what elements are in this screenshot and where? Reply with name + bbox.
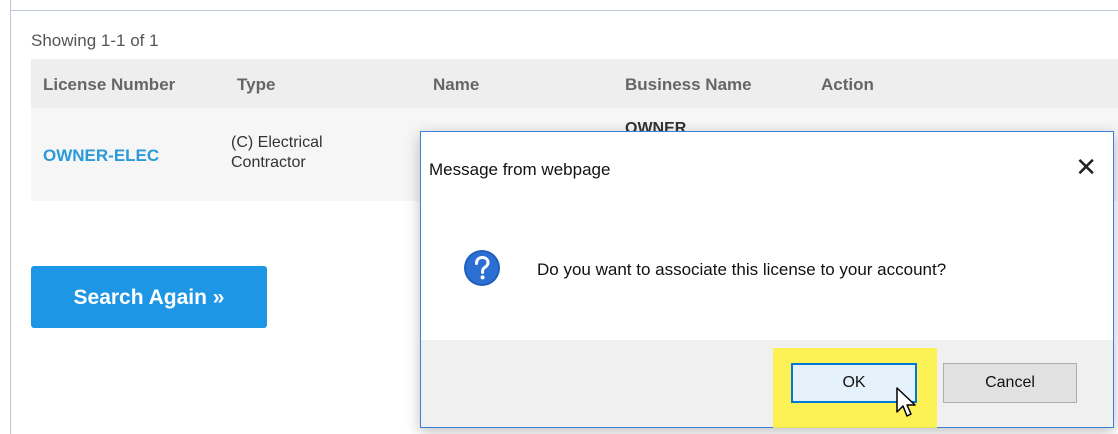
dialog-message: Do you want to associate this license to…	[537, 260, 947, 279]
page-frame-top-border	[10, 10, 1118, 11]
dialog-footer: OK Cancel	[421, 340, 1113, 428]
column-header-business-name[interactable]: Business Name	[625, 75, 752, 95]
cancel-button[interactable]: Cancel	[943, 363, 1077, 403]
table-header: License Number Type Name Business Name A…	[31, 59, 1118, 108]
close-icon[interactable]: ✕	[1075, 154, 1097, 180]
column-header-license-number[interactable]: License Number	[43, 75, 175, 95]
dialog-title: Message from webpage	[429, 160, 611, 179]
column-header-type[interactable]: Type	[237, 75, 275, 95]
question-icon	[464, 250, 500, 286]
mouse-pointer-icon	[896, 387, 916, 417]
license-type-line2: Contractor	[231, 154, 306, 171]
license-type-line1: (C) Electrical	[231, 134, 323, 151]
license-number-link[interactable]: OWNER-ELEC	[43, 146, 159, 166]
results-count: Showing 1-1 of 1	[31, 31, 159, 50]
message-dialog: Message from webpage ✕ Do you want to as…	[420, 131, 1114, 428]
search-again-button[interactable]: Search Again »	[31, 266, 267, 328]
license-type-cell: (C) Electrical Contractor	[231, 133, 381, 173]
page-frame-left-border	[10, 0, 11, 434]
column-header-action[interactable]: Action	[821, 75, 874, 95]
column-header-name[interactable]: Name	[433, 75, 479, 95]
